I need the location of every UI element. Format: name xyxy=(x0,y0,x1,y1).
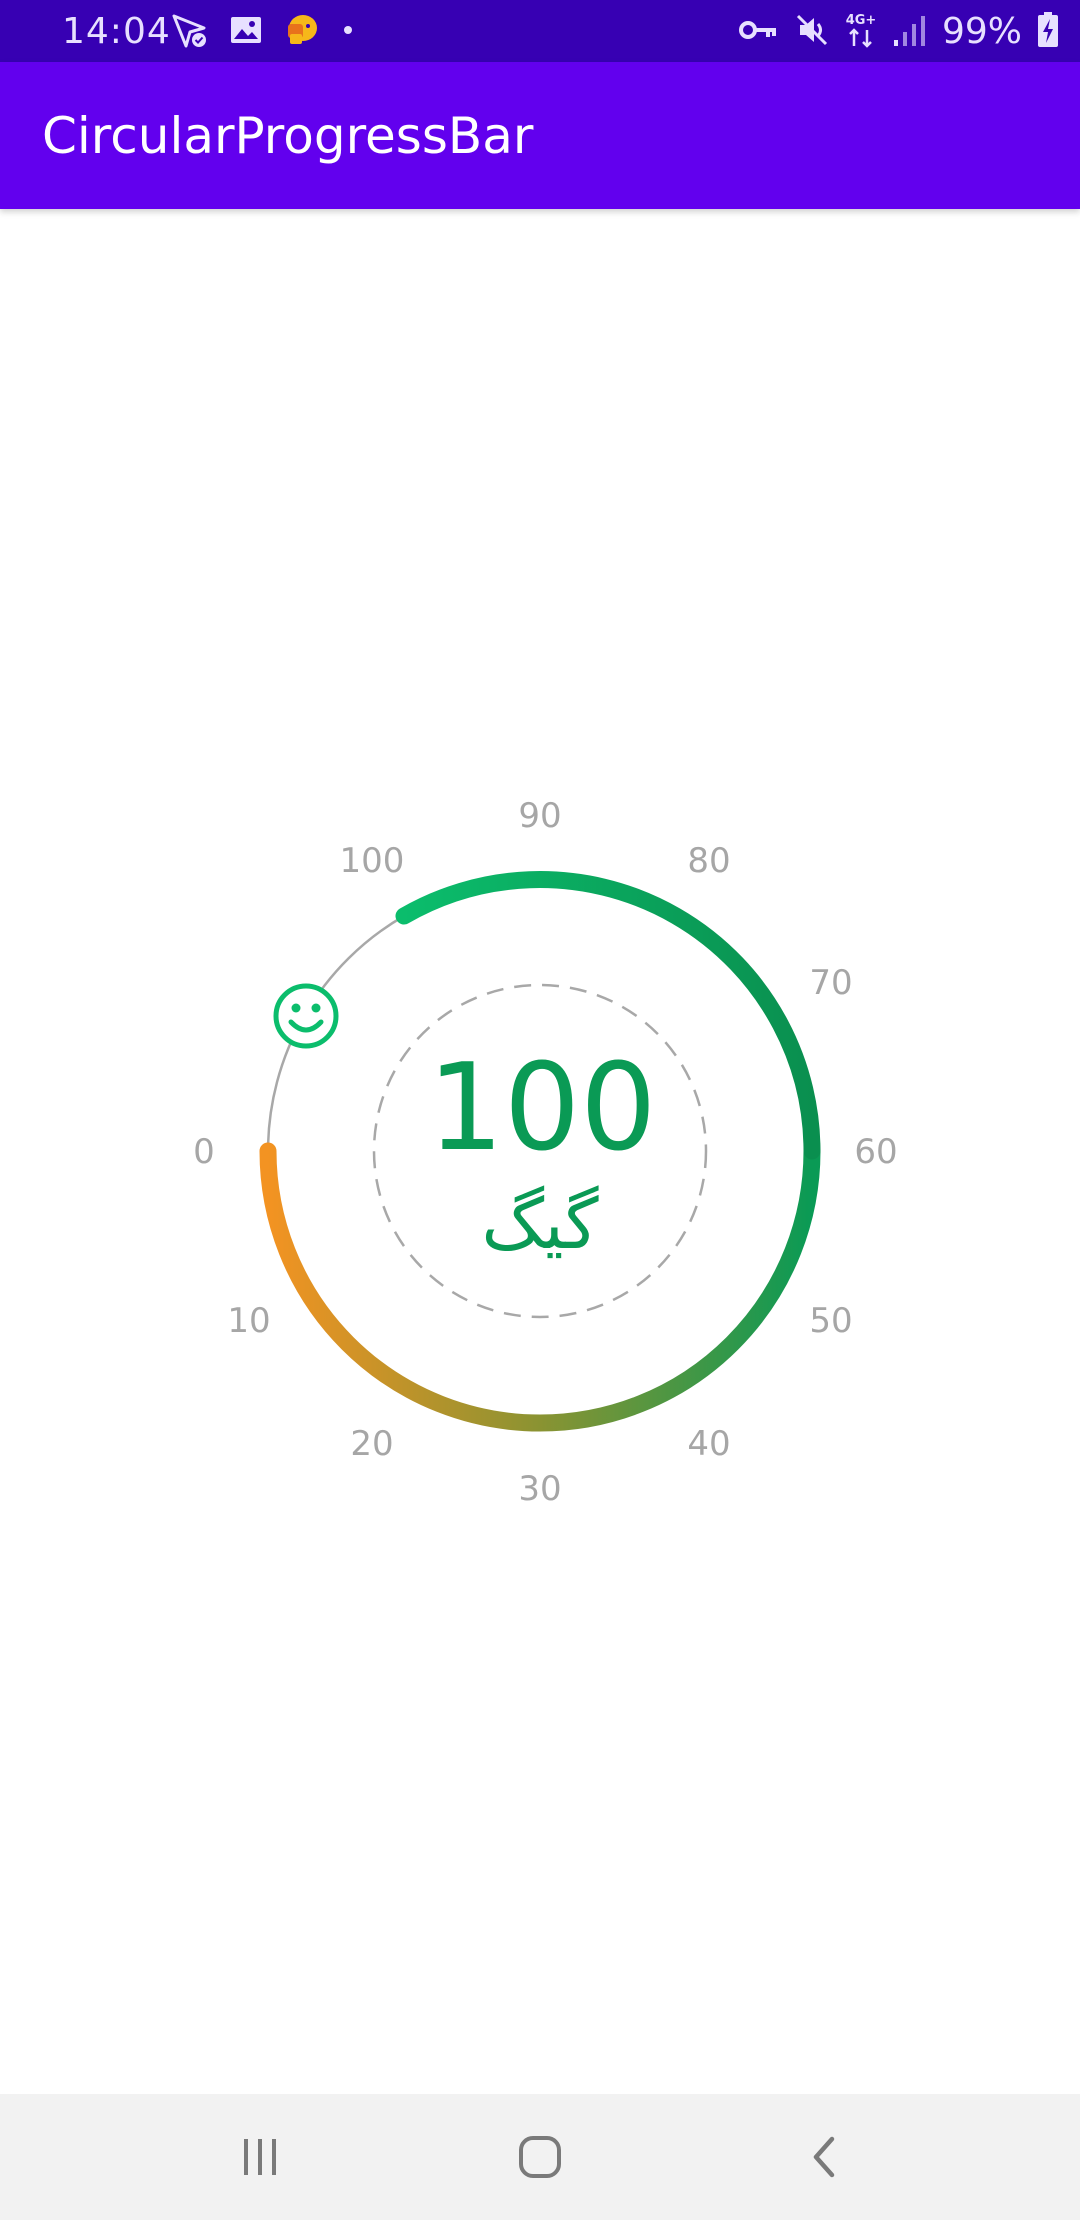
circular-progress-view: 0 10 20 30 40 50 60 70 80 90 100 100 گیگ xyxy=(0,209,1080,2094)
tick-label-40: 40 xyxy=(687,1424,730,1464)
tick-label-100: 100 xyxy=(340,841,405,881)
circular-progress-bar: 0 10 20 30 40 50 60 70 80 90 100 100 گیگ xyxy=(193,796,897,1509)
progress-value: 100 xyxy=(427,1039,656,1178)
dot-icon xyxy=(340,22,356,42)
signal-icon xyxy=(892,12,928,52)
status-time: 14:04 xyxy=(62,11,171,52)
vpn-key-icon xyxy=(738,15,780,49)
tick-label-90: 90 xyxy=(518,796,561,836)
status-bar: 14:04 4G+ 99% xyxy=(0,0,1080,62)
app-notification-icon xyxy=(282,10,322,54)
status-left-icons xyxy=(170,12,356,52)
network-label: 4G+ xyxy=(846,13,877,28)
tick-label-10: 10 xyxy=(227,1301,270,1341)
battery-percent: 99% xyxy=(941,11,1022,52)
app-title: CircularProgressBar xyxy=(42,107,534,165)
screen: 14:04 4G+ 99% CircularProgressBar 0 10 2… xyxy=(0,0,1080,2220)
tick-label-70: 70 xyxy=(809,963,852,1003)
tick-label-30: 30 xyxy=(518,1469,561,1509)
back-button[interactable] xyxy=(774,2116,874,2198)
back-icon xyxy=(813,2136,835,2178)
navigation-check-icon xyxy=(170,10,210,54)
network-icon: 4G+ xyxy=(844,10,878,54)
progress-unit: گیگ xyxy=(481,1183,599,1265)
tick-label-80: 80 xyxy=(687,841,730,881)
gallery-icon xyxy=(228,12,264,52)
tick-label-20: 20 xyxy=(350,1424,393,1464)
navigation-bar xyxy=(0,2094,1080,2220)
app-bar: CircularProgressBar xyxy=(0,62,1080,209)
tick-label-0: 0 xyxy=(193,1132,215,1172)
mute-icon xyxy=(794,12,830,52)
home-icon xyxy=(519,2136,561,2178)
home-button[interactable] xyxy=(490,2116,590,2198)
battery-charging-icon xyxy=(1036,11,1060,53)
recent-apps-icon xyxy=(244,2139,276,2175)
tick-label-50: 50 xyxy=(809,1301,852,1341)
status-right-icons: 4G+ 99% xyxy=(738,10,1060,54)
tick-label-60: 60 xyxy=(854,1132,897,1172)
smiley-icon xyxy=(273,983,339,1049)
recent-apps-button[interactable] xyxy=(210,2116,310,2198)
